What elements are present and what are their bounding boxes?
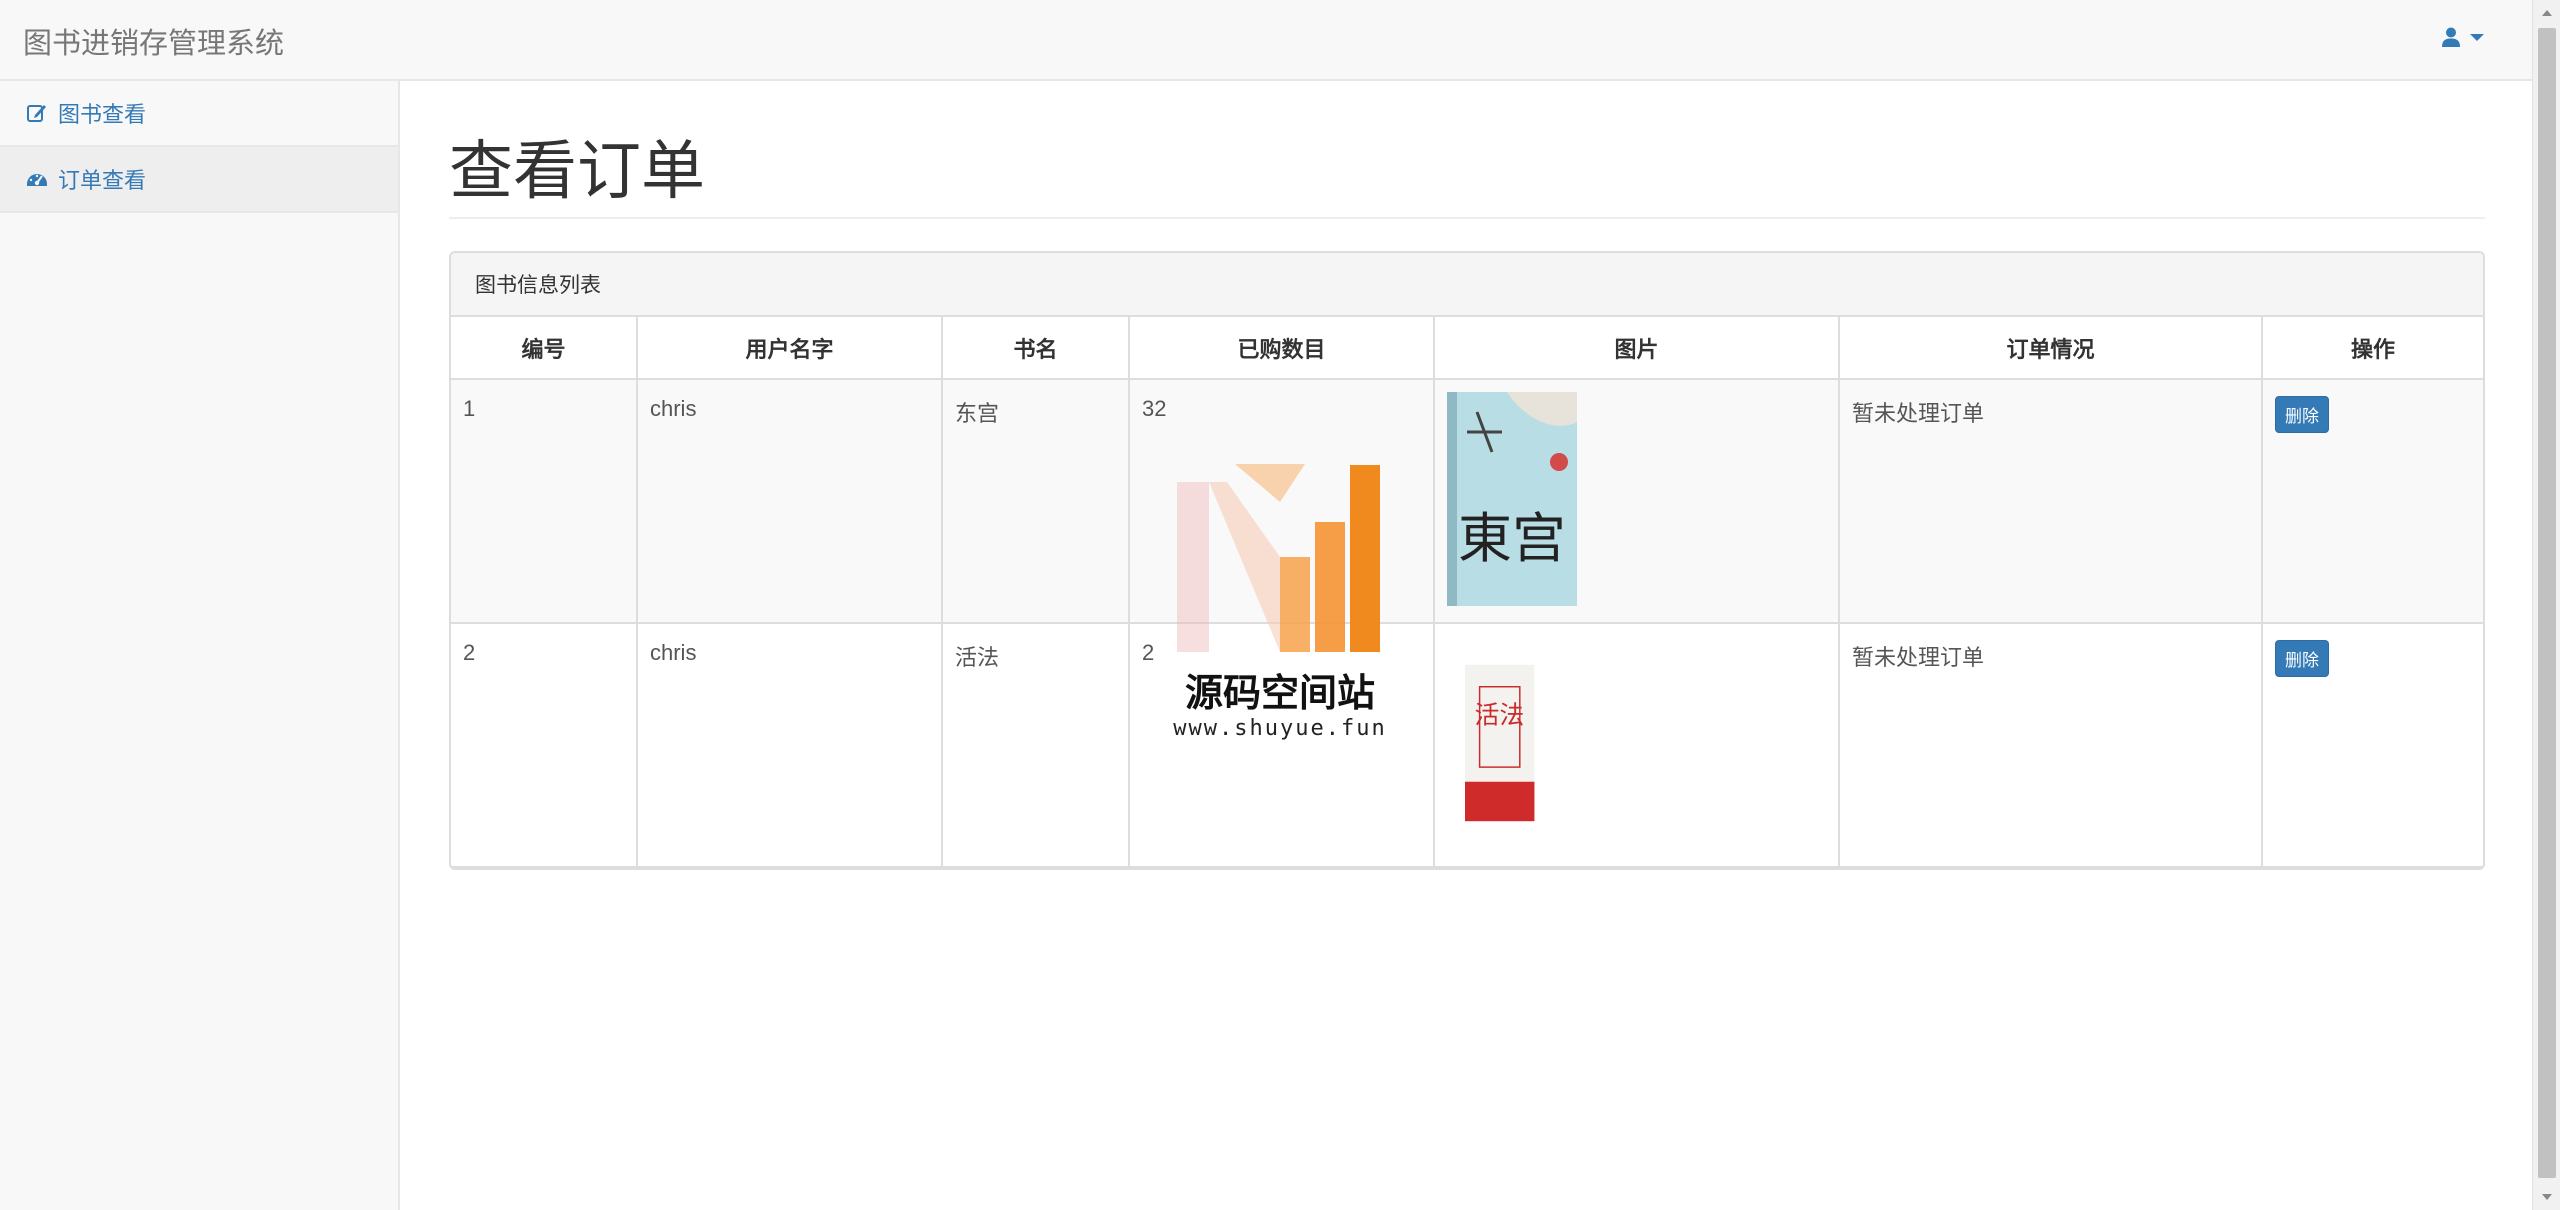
page-title: 查看订单 xyxy=(449,139,2485,219)
cell-book: 东宫 xyxy=(941,378,1130,624)
dashboard-icon xyxy=(27,174,47,186)
cell-user: chris xyxy=(636,622,943,868)
svg-text:活法: 活法 xyxy=(1475,700,1525,729)
delete-button[interactable]: 删除 xyxy=(2275,640,2329,677)
cell-book: 活法 xyxy=(941,622,1130,868)
column-header-status: 订单情况 xyxy=(1838,317,2263,380)
sidebar-item-orders[interactable]: 订单查看 xyxy=(0,147,398,213)
cell-id: 2 xyxy=(451,622,638,868)
main-content: 查看订单 图书信息列表 编号 用户名字 书名 已购数目 图片 订单情况 操作 1… xyxy=(449,81,2485,870)
cell-image: 東宫 xyxy=(1433,378,1840,624)
user-icon xyxy=(2442,27,2460,47)
sidebar-item-books[interactable]: 图书查看 xyxy=(0,81,398,147)
column-header-book: 书名 xyxy=(941,317,1130,380)
scrollbar-thumb[interactable] xyxy=(2538,28,2556,1178)
user-menu-toggle[interactable] xyxy=(2440,26,2484,48)
cell-status: 暂未处理订单 xyxy=(1838,622,2263,868)
edit-icon xyxy=(27,105,46,122)
column-header-qty: 已购数目 xyxy=(1128,317,1435,380)
column-header-image: 图片 xyxy=(1433,317,1840,380)
sidebar-item-label: 订单查看 xyxy=(58,168,147,193)
scroll-down-arrow-icon[interactable] xyxy=(2542,1194,2552,1200)
cell-action: 删除 xyxy=(2261,378,2483,624)
sidebar-item-label: 图书查看 xyxy=(58,102,147,127)
panel-heading: 图书信息列表 xyxy=(451,253,2483,317)
brand-title[interactable]: 图书进销存管理系统 xyxy=(23,20,284,62)
orders-panel: 图书信息列表 编号 用户名字 书名 已购数目 图片 订单情况 操作 1 chri… xyxy=(449,251,2485,870)
top-navbar: 图书进销存管理系统 xyxy=(0,0,2532,81)
cell-qty: 2 xyxy=(1128,622,1435,868)
book-cover-image: 活法 xyxy=(1465,664,1535,822)
column-header-user: 用户名字 xyxy=(636,317,943,380)
table-header-row: 编号 用户名字 书名 已购数目 图片 订单情况 操作 xyxy=(451,317,2483,380)
column-header-id: 编号 xyxy=(451,317,638,380)
scroll-up-arrow-icon[interactable] xyxy=(2542,10,2552,16)
sidebar: 图书查看 订单查看 xyxy=(0,81,400,1210)
orders-table: 编号 用户名字 书名 已购数目 图片 订单情况 操作 1 chris 东宫 32 xyxy=(451,317,2483,868)
cell-image: 活法 xyxy=(1433,622,1840,868)
svg-text:東宫: 東宫 xyxy=(1458,507,1566,570)
delete-button[interactable]: 删除 xyxy=(2275,396,2329,433)
cell-id: 1 xyxy=(451,378,638,624)
book-cover-image: 東宫 xyxy=(1447,392,1577,606)
cell-action: 删除 xyxy=(2261,622,2483,868)
column-header-action: 操作 xyxy=(2261,317,2483,380)
cell-status: 暂未处理订单 xyxy=(1838,378,2263,624)
table-row: 2 chris 活法 2 活法 暂未处理订单 删除 xyxy=(451,622,2483,868)
vertical-scrollbar[interactable] xyxy=(2532,0,2560,1210)
table-row: 1 chris 东宫 32 東宫 暂未处理订单 删除 xyxy=(451,378,2483,624)
cell-user: chris xyxy=(636,378,943,624)
chevron-down-icon xyxy=(2470,33,2484,41)
cell-qty: 32 xyxy=(1128,378,1435,624)
